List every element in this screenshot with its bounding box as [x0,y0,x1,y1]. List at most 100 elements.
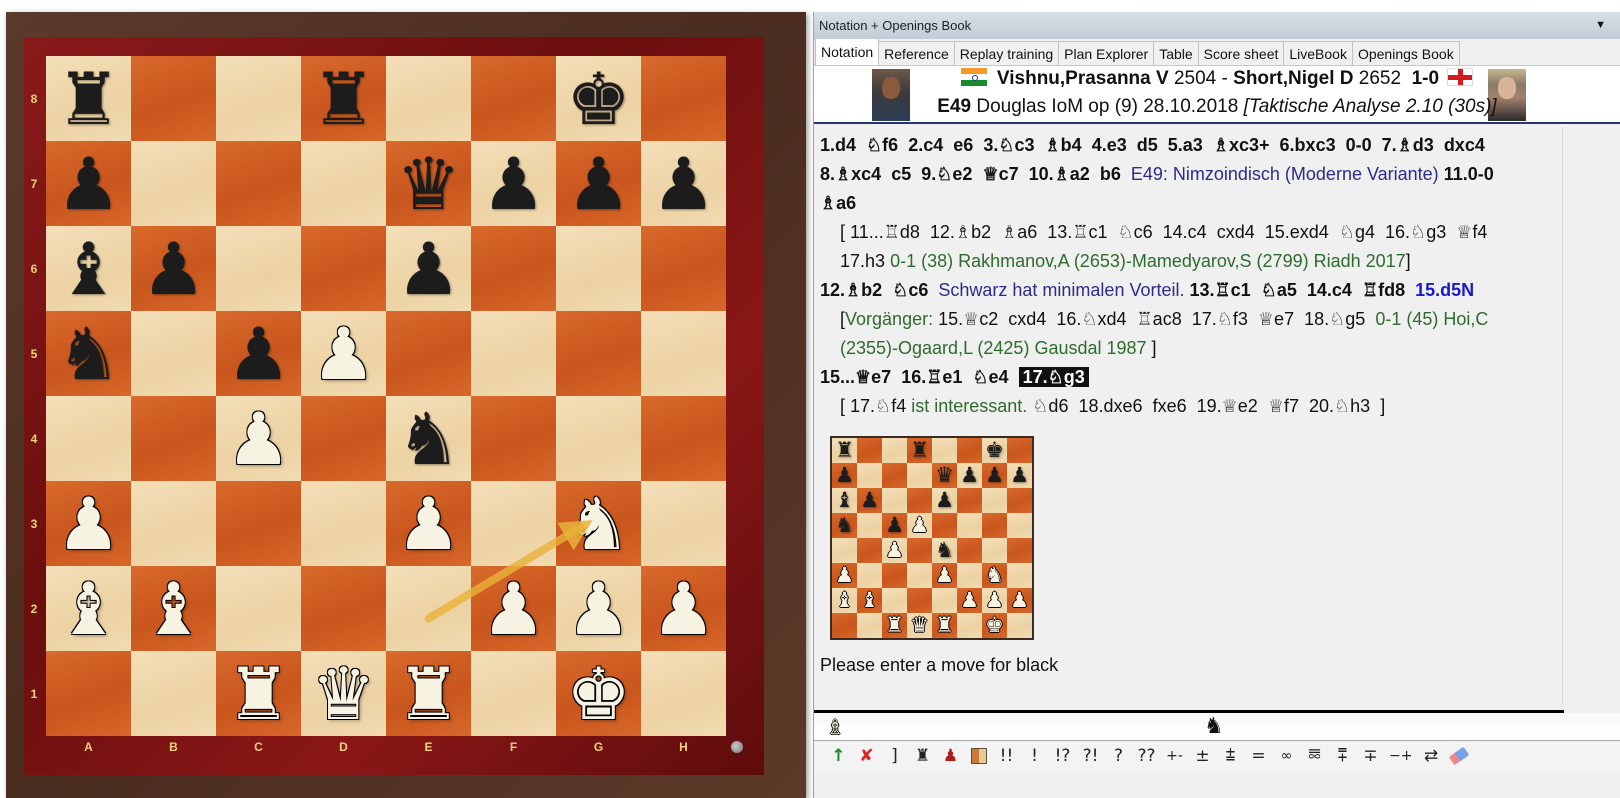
square-g1[interactable]: ♚ [556,651,641,736]
black-queen-icon[interactable]: ♛ [396,148,461,220]
move[interactable]: 11.0-0 [1444,164,1494,184]
tab-openings-book[interactable]: Openings Book [1351,41,1460,65]
white-player-name[interactable]: Vishnu,Prasanna V [997,68,1169,89]
white-pawn-icon[interactable]: ♟ [566,573,631,645]
variation-move[interactable]: 15.exd4 [1265,222,1329,242]
board-diagram-button[interactable] [966,744,991,768]
square-c6[interactable] [216,226,301,311]
square-h6[interactable] [641,226,726,311]
variation-move[interactable]: 20.♘h3 [1309,396,1370,416]
current-move[interactable]: 17.♘g3 [1018,367,1089,387]
variation-move[interactable]: ♘d6 [1032,396,1068,416]
move[interactable]: 14.c4 [1307,280,1352,300]
white-slightly-better-button[interactable]: ⩲ [1218,744,1243,768]
variation-move[interactable]: ♕f4 [1456,222,1487,242]
dubious-move-button[interactable]: ?! [1078,744,1103,768]
chessboard[interactable]: ♜ ♜ ♚ ♟ ♛ ♟ ♟ ♟ ♝ ♟ ♟ ♞ ♟ ♟ ♟ ♞ ♟ ♟ ♞ ♝ ♝ ♟ ♟ ♟ ♜ ♛ ♜ ♚ [46,56,726,736]
white-rook-icon[interactable]: ♜ [226,658,291,730]
move[interactable]: 12.♗b2 [820,280,882,300]
white-rook-icon[interactable]: ♜ [396,658,461,730]
square-e2[interactable] [386,566,471,651]
white-bishop-icon[interactable]: ♝ [56,573,121,645]
square-g5[interactable] [556,311,641,396]
square-g8[interactable]: ♚ [556,56,641,141]
red-piece-button[interactable]: ♟ [938,744,963,768]
move[interactable]: ♗xc3+ [1213,135,1270,155]
square-h2[interactable]: ♟ [641,566,726,651]
square-g2[interactable]: ♟ [556,566,641,651]
board-settings-dot[interactable] [731,741,743,753]
variation-move[interactable]: 12.♗b2 [930,222,991,242]
move[interactable]: ♗b4 [1045,135,1082,155]
variation-move[interactable]: 14.c4 [1163,222,1207,242]
variation-move[interactable]: 18.dxe6 [1078,396,1142,416]
white-pawn-icon[interactable]: ♟ [481,573,546,645]
variation-move[interactable]: 17.♘f4 [850,396,906,416]
reference-game[interactable]: 0-1 (45) Hoi,C [1375,309,1488,329]
square-h3[interactable] [641,481,726,566]
move[interactable]: dxc4 [1444,135,1485,155]
move[interactable]: 6.bxc3 [1280,135,1336,155]
square-f1[interactable] [471,651,556,736]
variation-move[interactable]: 13.♖c1 [1047,222,1107,242]
square-a6[interactable]: ♝ [46,226,131,311]
move[interactable]: 16.♖e1 [901,367,962,387]
eraser-button[interactable] [1446,744,1471,768]
variation-move[interactable]: 18.♘g5 [1304,309,1365,329]
square-b4[interactable] [131,396,216,481]
square-e7[interactable]: ♛ [386,141,471,226]
brilliant-move-button[interactable]: !! [994,744,1019,768]
square-b6[interactable]: ♟ [131,226,216,311]
square-f2[interactable]: ♟ [471,566,556,651]
square-b3[interactable] [131,481,216,566]
square-d6[interactable] [301,226,386,311]
square-e3[interactable]: ♟ [386,481,471,566]
square-h7[interactable]: ♟ [641,141,726,226]
move[interactable]: ♘a5 [1261,280,1297,300]
black-pawn-icon[interactable]: ♟ [481,148,546,220]
white-pawn-icon[interactable]: ♟ [226,403,291,475]
black-rook-icon[interactable]: ♜ [56,63,121,135]
square-a3[interactable]: ♟ [46,481,131,566]
interesting-move-button[interactable]: !? [1050,744,1075,768]
square-a7[interactable]: ♟ [46,141,131,226]
square-c7[interactable] [216,141,301,226]
square-f7[interactable]: ♟ [471,141,556,226]
tab-score-sheet[interactable]: Score sheet [1197,41,1285,65]
move[interactable]: 3.♘c3 [983,135,1034,155]
unclear-button[interactable]: ∞ [1274,744,1299,768]
black-king-icon[interactable]: ♚ [566,63,631,135]
square-a2[interactable]: ♝ [46,566,131,651]
variation-move[interactable]: cxd4 [1008,309,1046,329]
promote-variation-button[interactable]: ↑ [826,744,851,768]
variation-end-button[interactable]: ] [882,744,907,768]
square-c8[interactable] [216,56,301,141]
square-a4[interactable] [46,396,131,481]
square-d2[interactable] [301,566,386,651]
tab-plan-explorer[interactable]: Plan Explorer [1058,41,1155,65]
square-a8[interactable]: ♜ [46,56,131,141]
reference-game[interactable]: 0-1 (38) Rakhmanov,A (2653)-Mamedyarov,S… [890,251,1406,271]
square-e6[interactable]: ♟ [386,226,471,311]
square-b8[interactable] [131,56,216,141]
move[interactable]: ♘e4 [972,367,1008,387]
square-d5[interactable]: ♟ [301,311,386,396]
move[interactable]: 0-0 [1346,135,1372,155]
black-player-name[interactable]: Short,Nigel D [1233,68,1353,89]
move[interactable]: ♕c7 [982,164,1018,184]
square-d4[interactable] [301,396,386,481]
white-queen-icon[interactable]: ♛ [311,658,376,730]
square-d7[interactable] [301,141,386,226]
variation-move[interactable]: fxe6 [1153,396,1187,416]
square-d1[interactable]: ♛ [301,651,386,736]
move[interactable]: c5 [891,164,911,184]
square-h5[interactable] [641,311,726,396]
tab-notation[interactable]: Notation [815,38,880,65]
square-f6[interactable] [471,226,556,311]
square-c3[interactable] [216,481,301,566]
move[interactable]: 7.♗d3 [1382,135,1434,155]
variation-move[interactable]: ♘c6 [1117,222,1152,242]
move[interactable]: 2.c4 [908,135,943,155]
square-c2[interactable] [216,566,301,651]
move[interactable]: d5 [1137,135,1158,155]
